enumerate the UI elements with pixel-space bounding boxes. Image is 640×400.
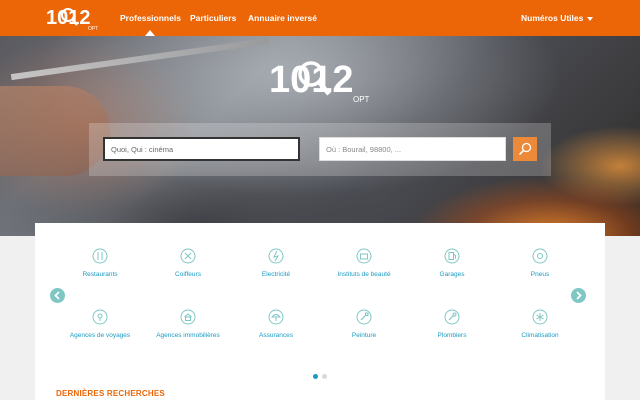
category-label: Agences immobilières xyxy=(156,332,220,339)
gas-pump-icon xyxy=(444,248,460,264)
category-climatisation[interactable]: Climatisation xyxy=(492,309,588,339)
svg-text:OPT: OPT xyxy=(88,26,98,32)
svg-text:1012: 1012 xyxy=(46,7,91,29)
category-agences-immobilieres[interactable]: Agences immobilières xyxy=(140,309,236,339)
category-label: Assurances xyxy=(259,332,293,339)
search-panel xyxy=(89,123,551,176)
hero-image-knife xyxy=(10,37,270,81)
category-label: Climatisation xyxy=(521,332,559,339)
nav-particuliers[interactable]: Particuliers xyxy=(190,13,236,23)
category-garages[interactable]: Garages xyxy=(404,248,500,278)
category-pneus[interactable]: Pneus xyxy=(492,248,588,278)
logo[interactable]: 1012 OPT xyxy=(46,4,102,32)
top-navbar: 1012 OPT Professionnels Particuliers Ann… xyxy=(0,0,640,36)
category-label: Pneus xyxy=(530,271,550,278)
category-electricite[interactable]: Electricité xyxy=(228,248,324,278)
svg-text:1012: 1012 xyxy=(269,59,354,101)
hero-logo: 1012 OPT xyxy=(269,59,370,104)
category-label: Restaurants xyxy=(82,271,118,278)
category-instituts-de-beaute[interactable]: Instituts de beauté xyxy=(316,248,412,278)
hero-banner: 1012 OPT xyxy=(0,36,640,236)
category-peinture[interactable]: Peinture xyxy=(316,309,412,339)
snowflake-icon xyxy=(532,309,548,325)
location-pin-icon xyxy=(92,309,108,325)
category-label: Garages xyxy=(439,271,465,278)
nav-annuaire-inverse[interactable]: Annuaire inversé xyxy=(248,13,317,23)
what-search-input[interactable] xyxy=(103,137,300,161)
category-agences-de-voyages[interactable]: Agences de voyages xyxy=(52,309,148,339)
paint-brush-icon xyxy=(356,309,372,325)
house-search-icon xyxy=(180,309,196,325)
category-plombiers[interactable]: Plombiers xyxy=(404,309,500,339)
useful-numbers-label: Numéros Utiles xyxy=(521,13,584,23)
carousel-next-button[interactable] xyxy=(571,288,586,303)
chevron-right-icon xyxy=(576,291,582,300)
carousel-prev-button[interactable] xyxy=(50,288,65,303)
chevron-left-icon xyxy=(54,291,60,300)
category-label: Peinture xyxy=(351,332,377,339)
caret-down-icon xyxy=(587,16,594,21)
recent-searches-title: DERNIÈRES RECHERCHES xyxy=(56,389,165,398)
category-label: Instituts de beauté xyxy=(337,271,391,278)
restaurant-icon xyxy=(92,248,108,264)
umbrella-icon xyxy=(268,309,284,325)
svg-text:OPT: OPT xyxy=(353,95,370,104)
nav-professionnels[interactable]: Professionnels xyxy=(120,13,181,36)
category-label: Agences de voyages xyxy=(69,332,131,339)
wrench-icon xyxy=(444,309,460,325)
carousel-dot-2[interactable] xyxy=(322,374,327,379)
tire-icon xyxy=(532,248,548,264)
category-restaurants[interactable]: Restaurants xyxy=(52,248,148,278)
search-icon xyxy=(518,142,532,156)
carousel-dot-1[interactable] xyxy=(313,374,318,379)
electricity-icon xyxy=(268,248,284,264)
category-label: Plombiers xyxy=(437,332,467,339)
scissors-icon xyxy=(180,248,196,264)
beauty-icon xyxy=(356,248,372,264)
where-search-input[interactable] xyxy=(319,137,506,161)
category-label: Electricité xyxy=(261,271,291,278)
useful-numbers-dropdown[interactable]: Numéros Utiles xyxy=(521,13,594,23)
category-coiffeurs[interactable]: Coiffeurs xyxy=(140,248,236,278)
search-button[interactable] xyxy=(513,137,537,161)
category-assurances[interactable]: Assurances xyxy=(228,309,324,339)
category-label: Coiffeurs xyxy=(175,271,201,278)
